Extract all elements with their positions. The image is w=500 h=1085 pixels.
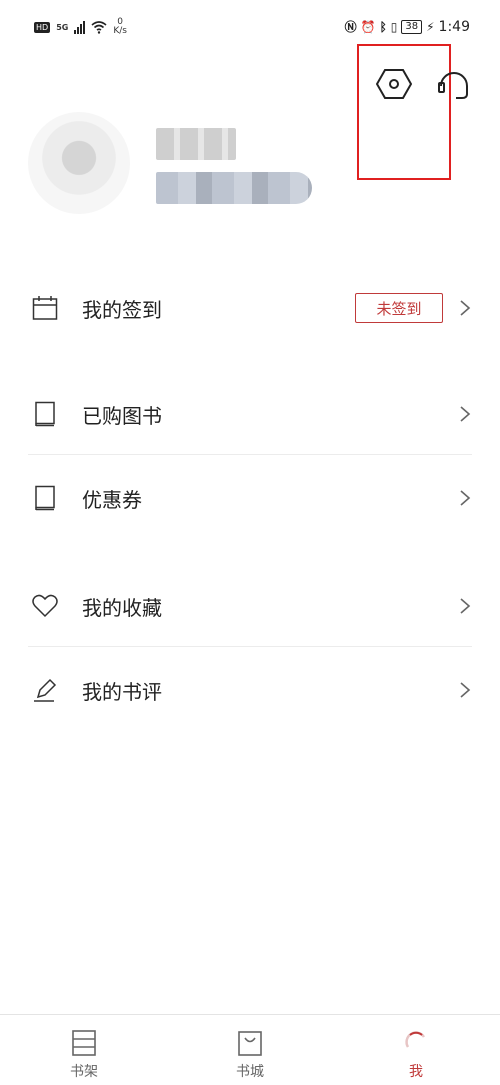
avatar[interactable] [28,112,130,214]
chevron-right-icon [460,682,471,698]
wifi-icon [91,21,107,34]
book-icon [32,401,58,427]
menu-label-favorites: 我的收藏 [82,595,162,620]
chevron-right-icon [460,300,471,316]
pencil-icon [32,677,58,703]
net-speed-unit: K/s [113,26,127,36]
charging-icon: ⚡ [426,19,435,34]
bluetooth-icon: ᛒ [379,19,387,34]
menu-label-reviews: 我的书评 [82,679,162,704]
bag-icon [235,1029,265,1057]
user-info-blurred[interactable] [156,172,312,204]
status-time: 1:49 [438,18,470,35]
heart-icon [32,593,58,619]
chevron-right-icon [460,406,471,422]
status-bar: HD 5G 0 K/s Ⓝ ⏰ ᛒ ▯ 38 ⚡ 1:49 [0,0,500,48]
profile-icon [401,1029,431,1057]
network-type: 5G [56,22,69,32]
book-icon [32,485,58,511]
gear-icon [376,69,412,99]
menu-item-favorites[interactable]: 我的收藏 [0,568,500,644]
calendar-icon [32,295,58,321]
signal-icon [74,20,86,34]
bookshelf-icon [69,1029,99,1057]
menu-label-coupons: 优惠券 [82,487,142,512]
headset-icon [438,72,468,99]
battery-level: 38 [401,19,423,34]
alarm-icon: ⏰ [360,19,376,34]
menu-item-reviews[interactable]: 我的书评 [0,652,500,728]
menu-item-purchased-books[interactable]: 已购图书 [0,376,500,452]
nav-label-bookstore: 书城 [236,1064,264,1080]
net-speed: 0 K/s [113,18,127,36]
settings-button[interactable] [373,64,415,104]
hd-badge: HD [34,21,51,33]
vibrate-icon: ▯ [390,19,398,34]
divider [28,454,472,455]
customer-service-button[interactable] [434,64,474,104]
status-right: Ⓝ ⏰ ᛒ ▯ 38 ⚡ 1:49 [345,18,470,35]
status-left: HD 5G 0 K/s [34,18,127,36]
chevron-right-icon [460,598,471,614]
nav-tab-bookstore[interactable]: 书城 [190,1015,310,1085]
menu-label-purchased-books: 已购图书 [82,403,162,428]
divider [28,646,472,647]
chevron-right-icon [460,490,471,506]
menu-item-checkin[interactable]: 我的签到 未签到 [0,270,500,346]
nav-label-bookshelf: 书架 [70,1064,98,1080]
checkin-status-button[interactable]: 未签到 [355,293,443,323]
nav-tab-bookshelf[interactable]: 书架 [24,1015,144,1085]
nav-tab-me[interactable]: 我 [356,1015,476,1085]
menu-label-checkin: 我的签到 [82,297,162,322]
nfc-icon: Ⓝ [344,20,357,34]
menu-item-coupons[interactable]: 优惠券 [0,460,500,536]
bottom-nav: 书架 书城 我 [0,1014,500,1085]
username-blurred[interactable] [156,128,236,160]
nav-label-me: 我 [409,1064,423,1080]
